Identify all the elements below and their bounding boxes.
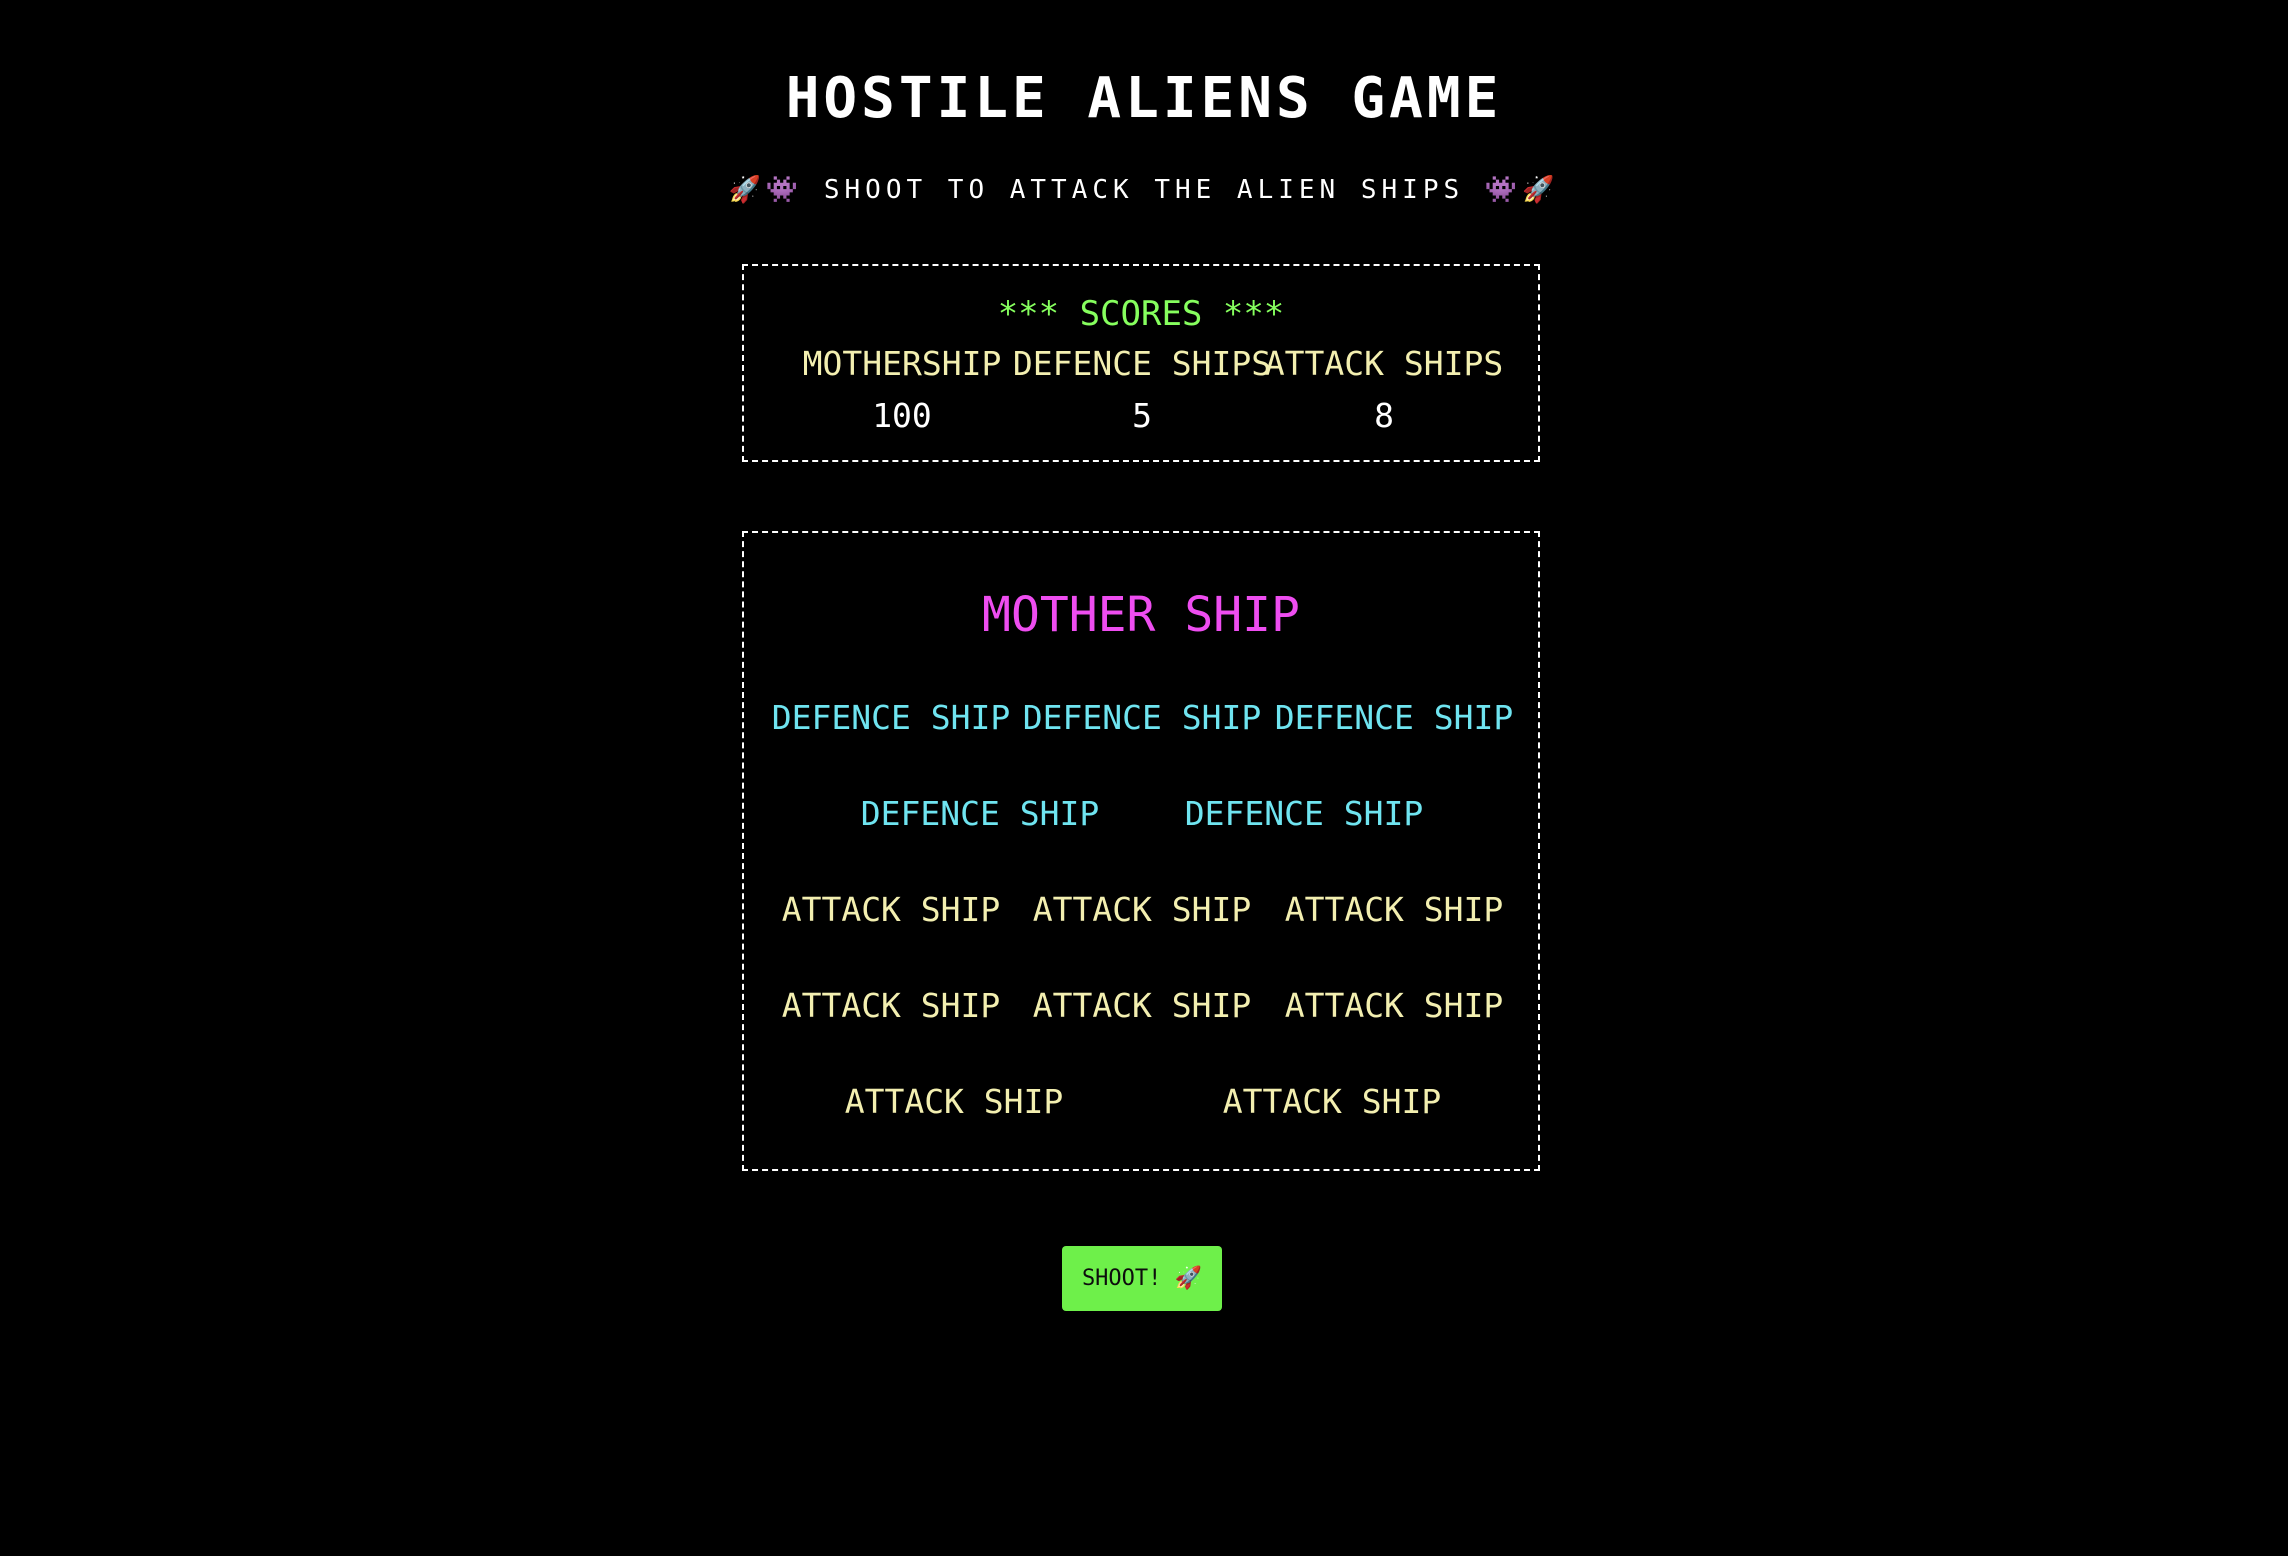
defence-ship: DEFENCE SHIP bbox=[771, 698, 1011, 737]
attack-ship: ATTACK SHIP bbox=[1032, 986, 1252, 1025]
score-label-mothership: MOTHERSHIP bbox=[802, 344, 1002, 383]
game-subtitle: 🚀👾 SHOOT TO ATTACK THE ALIEN SHIPS 👾🚀 bbox=[728, 175, 1560, 205]
defence-row-2: DEFENCE SHIP DEFENCE SHIP bbox=[744, 789, 1538, 839]
attack-ship: ATTACK SHIP bbox=[1222, 1082, 1442, 1121]
score-mothership: MOTHERSHIP 100 bbox=[772, 344, 1032, 436]
attack-ship: ATTACK SHIP bbox=[1284, 890, 1504, 929]
score-value-defence-ships: 5 bbox=[1132, 396, 1152, 435]
scores-heading: *** SCORES *** bbox=[997, 294, 1285, 334]
defence-row-1: DEFENCE SHIP DEFENCE SHIP DEFENCE SHIP bbox=[744, 693, 1538, 743]
ships-panel: MOTHER SHIP DEFENCE SHIP DEFENCE SHIP DE… bbox=[742, 531, 1540, 1171]
attack-row-1: ATTACK SHIP ATTACK SHIP ATTACK SHIP bbox=[744, 885, 1538, 935]
defence-ship: DEFENCE SHIP bbox=[860, 794, 1100, 833]
attack-ship: ATTACK SHIP bbox=[844, 1082, 1064, 1121]
attack-row-3: ATTACK SHIP ATTACK SHIP bbox=[744, 1077, 1538, 1127]
attack-ship: ATTACK SHIP bbox=[781, 890, 1001, 929]
score-value-mothership: 100 bbox=[872, 396, 932, 435]
attack-ship: ATTACK SHIP bbox=[781, 986, 1001, 1025]
scores-panel: *** SCORES *** MOTHERSHIP 100 DEFENCE SH… bbox=[742, 264, 1540, 462]
defence-ship: DEFENCE SHIP bbox=[1184, 794, 1424, 833]
attack-row-2: ATTACK SHIP ATTACK SHIP ATTACK SHIP bbox=[744, 981, 1538, 1031]
game-title: HOSTILE ALIENS GAME bbox=[785, 66, 1503, 131]
defence-ship: DEFENCE SHIP bbox=[1022, 698, 1262, 737]
score-label-attack-ships: ATTACK SHIPS bbox=[1264, 344, 1504, 383]
score-defence-ships: DEFENCE SHIPS 5 bbox=[1012, 344, 1272, 436]
defence-ship: DEFENCE SHIP bbox=[1274, 698, 1514, 737]
score-attack-ships: ATTACK SHIPS 8 bbox=[1254, 344, 1514, 436]
score-label-defence-ships: DEFENCE SHIPS bbox=[1012, 344, 1272, 383]
score-value-attack-ships: 8 bbox=[1374, 396, 1394, 435]
shoot-button[interactable]: SHOOT! 🚀 bbox=[1062, 1246, 1222, 1311]
attack-ship: ATTACK SHIP bbox=[1032, 890, 1252, 929]
attack-ship: ATTACK SHIP bbox=[1284, 986, 1504, 1025]
mother-ship: MOTHER SHIP bbox=[982, 587, 1300, 643]
